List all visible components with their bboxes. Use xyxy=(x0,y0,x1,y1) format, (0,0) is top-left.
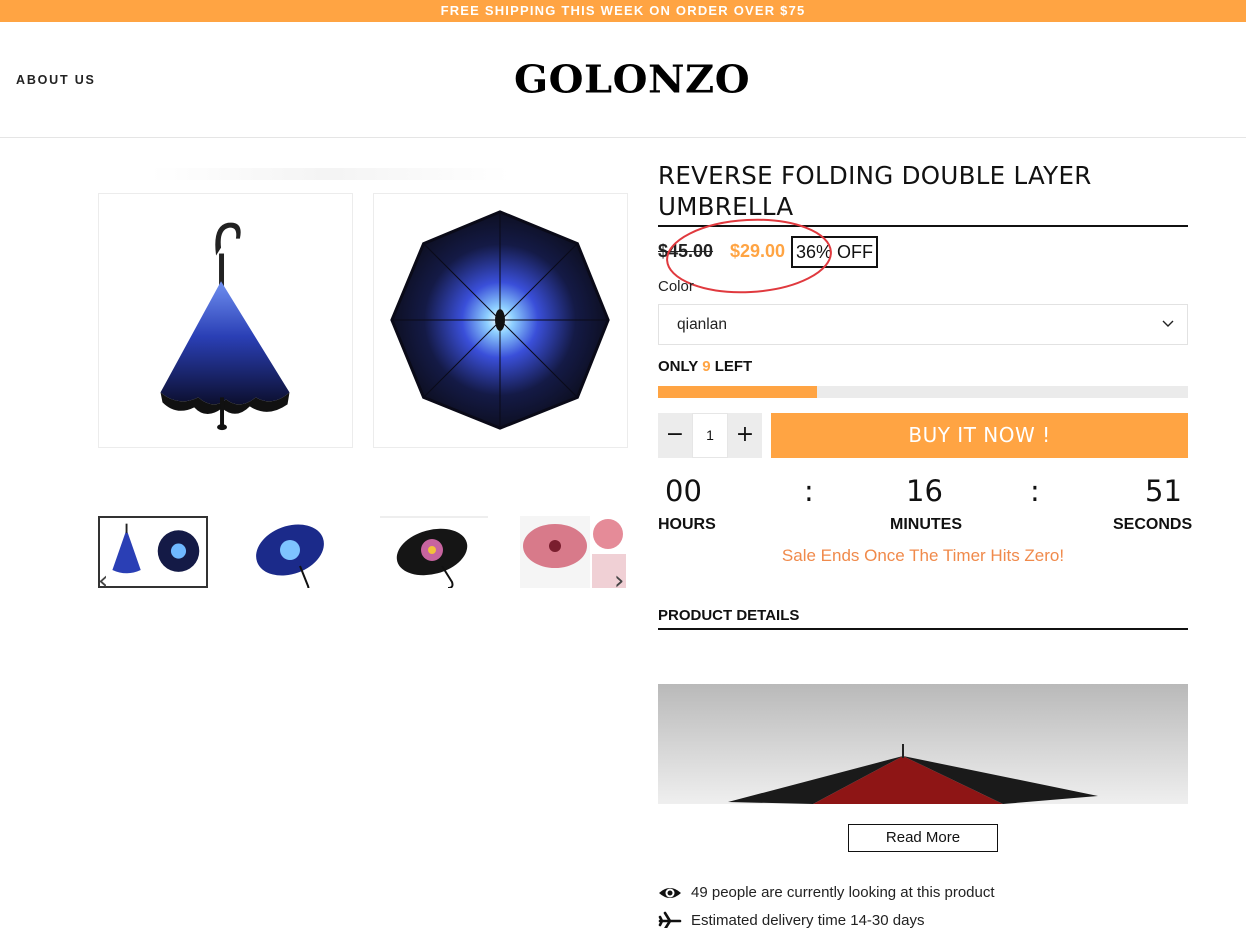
title-divider xyxy=(658,225,1188,227)
product-details-divider xyxy=(658,628,1188,630)
color-select-value: qianlan xyxy=(677,316,727,333)
timer-hours-label: HOURS xyxy=(658,516,716,533)
thumbnail-1-image xyxy=(112,523,200,574)
timer-minutes: 16 xyxy=(906,474,943,508)
buy-now-button[interactable]: BUY IT NOW ! xyxy=(771,413,1188,458)
timer-seconds-label: SECONDS xyxy=(1113,516,1193,533)
quantity-decrement-button[interactable]: − xyxy=(658,413,692,458)
gallery-prev[interactable]: ‹ xyxy=(98,568,108,594)
thumbnail-2[interactable] xyxy=(240,516,350,588)
product-image-side[interactable] xyxy=(98,193,353,448)
thumbnail-3-image xyxy=(380,516,488,588)
gallery-next[interactable]: › xyxy=(614,568,624,594)
sale-ends-message: Sale Ends Once The Timer Hits Zero! xyxy=(781,546,1065,565)
announcement-bar: FREE SHIPPING THIS WEEK ON ORDER OVER $7… xyxy=(0,0,1246,22)
price-sale: $29.00 xyxy=(730,241,786,261)
site-logo[interactable]: GOLONZO xyxy=(514,57,750,102)
eye-icon xyxy=(659,888,681,898)
color-select[interactable]: qianlan xyxy=(658,304,1188,345)
umbrella-side-image xyxy=(160,222,290,431)
site-header: ABOUT US GOLONZO xyxy=(0,22,1246,138)
stock-count: 9 xyxy=(702,358,711,375)
timer-separator: : xyxy=(804,474,814,508)
product-details-image xyxy=(658,684,1188,804)
chevron-down-icon xyxy=(1162,320,1174,327)
timer-separator: : xyxy=(1030,474,1040,508)
quantity-stepper: − 1 + xyxy=(658,413,762,458)
stock-counter: ONLY 9 LEFT xyxy=(658,358,752,375)
stock-suffix: LEFT xyxy=(714,358,753,375)
thumbnail-3[interactable] xyxy=(380,516,490,588)
product-title: REVERSE FOLDING DOUBLE LAYER UMBRELLA xyxy=(658,161,1092,221)
viewers-text: 49 people are currently looking at this … xyxy=(691,884,995,901)
stock-progress-fill xyxy=(658,386,817,398)
read-more-button[interactable]: Read More xyxy=(848,824,998,852)
gallery-shadow xyxy=(150,168,510,180)
discount-badge: 36% OFF xyxy=(791,236,878,268)
quantity-increment-button[interactable]: + xyxy=(728,413,762,458)
airplane-icon xyxy=(658,911,682,928)
nav-about-us[interactable]: ABOUT US xyxy=(16,73,96,87)
thumbnail-1[interactable] xyxy=(98,516,208,588)
thumbnail-4[interactable] xyxy=(520,516,626,588)
stock-prefix: ONLY xyxy=(658,358,699,375)
quantity-input[interactable]: 1 xyxy=(692,413,728,458)
color-label: Color xyxy=(658,278,694,295)
timer-hours: 00 xyxy=(665,474,702,508)
timer-minutes-label: MINUTES xyxy=(890,516,962,533)
delivery-text: Estimated delivery time 14-30 days xyxy=(691,912,925,928)
product-image-top[interactable] xyxy=(373,193,628,448)
umbrella-detail-image xyxy=(658,684,1188,804)
thumbnail-4-image xyxy=(520,516,626,588)
product-details-heading[interactable]: PRODUCT DETAILS xyxy=(658,607,799,624)
thumbnail-2-image xyxy=(256,524,324,588)
price-original: $45.00 xyxy=(658,241,714,261)
timer-seconds: 51 xyxy=(1145,474,1182,508)
stock-progress-bar xyxy=(658,386,1188,398)
umbrella-top-image xyxy=(390,210,610,430)
